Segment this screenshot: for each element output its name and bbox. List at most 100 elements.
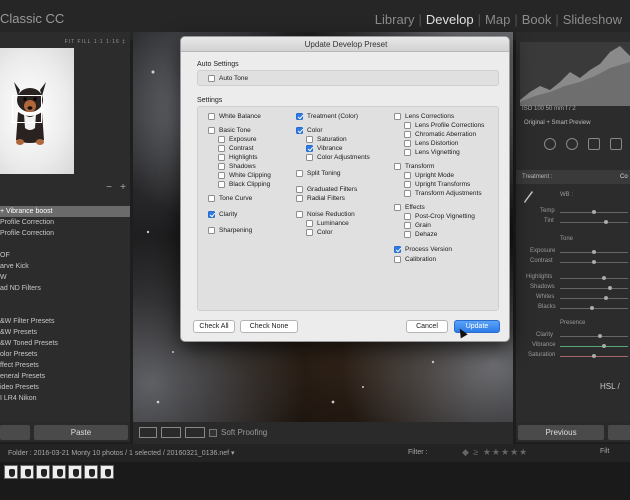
check-all-button[interactable]: Check All [193,320,235,333]
add-preset-icon[interactable]: + [120,182,126,193]
preset-item[interactable] [0,294,130,305]
navigator-zoom-options[interactable]: FIT FILL 1:1 1:16 ‡ [65,39,126,45]
checkbox-check-icon[interactable] [296,195,303,202]
graduated-filter-icon[interactable] [610,138,622,150]
transform-adjustments-checkbox[interactable]: Transform Adjustments [404,189,482,198]
preset-item[interactable]: ideo Presets [0,382,130,393]
histogram[interactable] [520,42,630,106]
crop-tool-icon[interactable] [544,138,556,150]
color-adjustments-checkbox[interactable]: Color Adjustments [306,153,370,162]
blacks-slider[interactable] [560,308,628,309]
checkbox-check-icon[interactable] [218,172,225,179]
checkbox-check-icon[interactable] [296,186,303,193]
tone-curve-checkbox[interactable]: Tone Curve [208,194,252,203]
check-none-button[interactable]: Check None [240,320,298,333]
temp-knob[interactable] [592,210,596,214]
red-eye-icon[interactable] [588,138,600,150]
checkbox-check-icon[interactable] [218,163,225,170]
checkbox-check-icon[interactable] [218,136,225,143]
checkbox-check-icon[interactable] [394,204,401,211]
filmstrip-thumbnail[interactable] [84,465,98,479]
preset-item[interactable]: &W Toned Presets [0,338,130,349]
whites-slider[interactable] [560,298,628,299]
checkbox-check-icon[interactable] [404,190,411,197]
checkbox-check-icon[interactable] [218,145,225,152]
checkbox-check-icon[interactable] [394,113,401,120]
checkbox-check-icon[interactable] [306,229,313,236]
clarity-checkbox[interactable]: Clarity [208,210,237,219]
color-checkbox[interactable]: Color [296,126,323,135]
shadows-knob[interactable] [608,286,612,290]
contrast-knob[interactable] [592,260,596,264]
filmstrip-thumbnail[interactable] [68,465,82,479]
color-checkbox[interactable]: Color [306,228,333,237]
hsl-tab[interactable]: HSL / [600,382,620,391]
preset-item[interactable]: I LR4 Nikon [0,393,130,404]
preset-item[interactable]: &W Filter Presets [0,316,130,327]
lens-distortion-checkbox[interactable]: Lens Distortion [404,139,458,148]
checkbox-check-icon[interactable] [306,145,313,152]
cancel-button[interactable]: Cancel [406,320,448,333]
navigator-preview[interactable] [0,48,74,174]
checkbox-check-icon[interactable] [208,113,215,120]
graduated-filters-checkbox[interactable]: Graduated Filters [296,185,357,194]
filmstrip-thumbnail[interactable] [4,465,18,479]
filmstrip-source-info[interactable]: Folder : 2016-03-21 Monty 10 photos / 1 … [8,449,235,457]
preset-item[interactable]: ffect Presets [0,360,130,371]
radial-filters-checkbox[interactable]: Radial Filters [296,194,345,203]
checkbox-check-icon[interactable] [208,211,215,218]
lens-vignetting-checkbox[interactable]: Lens Vignetting [404,148,460,157]
loupe-view-icon[interactable] [139,427,157,438]
checkbox-check-icon[interactable] [218,154,225,161]
whites-knob[interactable] [604,296,608,300]
checkbox-check-icon[interactable] [404,181,411,188]
shadows-slider[interactable] [560,288,628,289]
saturation-knob[interactable] [592,354,596,358]
checkbox-check-icon[interactable] [394,163,401,170]
highlights-knob[interactable] [602,276,606,280]
copy-button[interactable] [0,425,30,440]
filmstrip-thumbnail[interactable] [20,465,34,479]
reset-button[interactable] [608,425,630,440]
contrast-checkbox[interactable]: Contrast [218,144,254,153]
preset-item[interactable]: W [0,272,130,283]
navigator-viewport-box[interactable] [12,95,42,123]
filmstrip-thumbnail[interactable] [52,465,66,479]
exposure-knob[interactable] [592,250,596,254]
dehaze-checkbox[interactable]: Dehaze [404,230,437,239]
checkbox-check-icon[interactable] [296,211,303,218]
checkbox-check-icon[interactable] [306,154,313,161]
soft-proofing-checkbox[interactable] [209,429,217,437]
wb-eyedropper-icon[interactable] [524,190,534,204]
preset-item[interactable]: + Vibrance boost [0,206,130,217]
lens-corrections-checkbox[interactable]: Lens Corrections [394,112,454,121]
noise-reduction-checkbox[interactable]: Noise Reduction [296,210,355,219]
checkbox-check-icon[interactable] [394,256,401,263]
before-after-swap-icon[interactable] [185,427,205,438]
treatment-value[interactable]: Co [620,174,628,180]
auto-tone-checkbox[interactable]: Auto Tone [208,74,248,83]
lens-profile-corrections-checkbox[interactable]: Lens Profile Corrections [404,121,484,130]
spot-removal-icon[interactable] [566,138,578,150]
luminance-checkbox[interactable]: Luminance [306,219,349,228]
before-after-icon[interactable] [161,427,181,438]
checkbox-check-icon[interactable] [208,195,215,202]
checkbox-check-icon[interactable] [208,227,215,234]
checkbox-check-icon[interactable] [306,136,313,143]
white-balance-checkbox[interactable]: White Balance [208,112,261,121]
vibrance-knob[interactable] [602,344,606,348]
preset-item[interactable] [0,305,130,316]
checkbox-check-icon[interactable] [404,231,411,238]
tint-slider[interactable] [560,222,628,223]
blacks-knob[interactable] [590,306,594,310]
rating-filter-stars[interactable]: ◆ ≥ ★★★★★ [462,447,528,458]
effects-checkbox[interactable]: Effects [394,203,425,212]
preset-item[interactable]: Profile Correction [0,228,130,239]
checkbox-check-icon[interactable] [404,122,411,129]
basic-panel-header[interactable]: Treatment : Co [516,170,630,184]
calibration-checkbox[interactable]: Calibration [394,255,436,264]
checkbox-check-icon[interactable] [394,246,401,253]
checkbox-check-icon[interactable] [404,140,411,147]
filmstrip-thumbnail[interactable] [100,465,114,479]
checkbox-check-icon[interactable] [404,149,411,156]
